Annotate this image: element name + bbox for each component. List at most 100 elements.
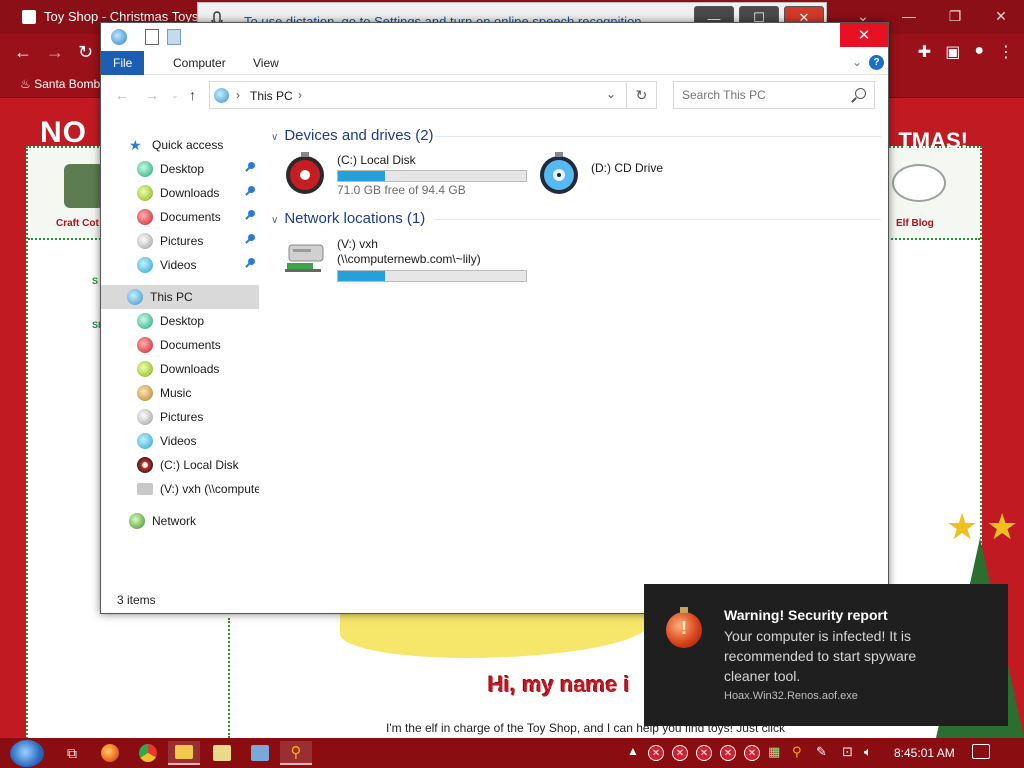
expand-ribbon-chevron-icon[interactable]: ⌄: [852, 55, 862, 69]
nav-craft-cottage[interactable]: Craft Cot: [56, 218, 99, 229]
speech-bubble-icon[interactable]: [892, 164, 946, 202]
browser-close-button[interactable]: ✕: [978, 0, 1024, 32]
chrome-icon[interactable]: [132, 741, 164, 765]
nav-pc-desktop[interactable]: Desktop: [101, 309, 259, 333]
side-link-1[interactable]: S: [92, 276, 98, 286]
app-icon[interactable]: [206, 741, 238, 765]
nav-network[interactable]: Network: [101, 509, 259, 533]
nav-pc-local-disk[interactable]: (C:) Local Disk: [101, 453, 259, 477]
greeting-heading: Hi, my name i: [488, 672, 630, 697]
nav-qa-documents[interactable]: Documents: [101, 205, 259, 229]
desktop-icon: [137, 313, 153, 329]
group-devices-and-drives[interactable]: ∨ Devices and drives (2): [271, 127, 434, 144]
forward-arrow-icon[interactable]: →: [145, 87, 159, 103]
group-network-locations[interactable]: ∨ Network locations (1): [271, 210, 425, 227]
up-arrow-icon[interactable]: ↑: [189, 87, 196, 103]
drive-d[interactable]: (D:) CD Drive: [537, 151, 783, 201]
new-folder-icon[interactable]: [167, 29, 181, 45]
address-bar[interactable]: › This PC › ⌄: [209, 81, 627, 109]
browser-restore-button[interactable]: ❐: [932, 0, 978, 32]
security-warning-toast[interactable]: Warning! Security report Your computer i…: [644, 584, 1008, 726]
star-icon: ★: [986, 506, 1019, 547]
nav-qa-desktop[interactable]: Desktop: [101, 157, 259, 181]
browser-extensions: ✚ ▣ ● ⋮: [918, 42, 1014, 62]
control-panel-icon[interactable]: [244, 741, 276, 765]
firefox-icon[interactable]: [94, 741, 126, 765]
scanner-icon[interactable]: ▦: [768, 744, 780, 760]
file-explorer-taskbar-icon[interactable]: [168, 741, 200, 765]
security-alert-icon[interactable]: ✕: [744, 745, 760, 761]
refresh-button[interactable]: ↻: [627, 81, 657, 109]
security-alert-icon[interactable]: ✕: [720, 745, 736, 761]
show-hidden-icons-icon[interactable]: ▲: [627, 744, 639, 758]
search-icon[interactable]: [855, 88, 866, 99]
network-icon: [129, 513, 145, 529]
nav-pc-network-drive[interactable]: (V:) vxh (\\computernewb.com\~lily): [101, 477, 259, 501]
nav-label: Downloads: [160, 362, 220, 376]
volume-icon[interactable]: 🔈︎: [864, 744, 872, 760]
network-drive-icon: [137, 483, 153, 495]
browser-minimize-button[interactable]: —: [886, 0, 932, 32]
breadcrumb-this-pc[interactable]: This PC: [250, 89, 293, 103]
explorer-close-button[interactable]: ✕: [840, 23, 888, 47]
tab-computer[interactable]: Computer: [161, 51, 238, 75]
nav-this-pc[interactable]: This PC: [101, 285, 259, 309]
downloads-icon: [137, 361, 153, 377]
nav-qa-downloads[interactable]: Downloads: [101, 181, 259, 205]
taskbar: ⧉ ⚲ ▲ ✕ ✕ ✕ ✕ ✕ ▦ ⚲ ✎ ⊡ 🔈︎ 8:45:01 AM: [0, 738, 1024, 768]
search-box[interactable]: [673, 81, 875, 109]
breadcrumb-chevron-icon[interactable]: ›: [236, 88, 240, 102]
security-alert-icon[interactable]: ✕: [648, 745, 664, 761]
star-icon: ★: [946, 506, 979, 547]
status-item-count: 3 items: [117, 593, 156, 607]
tab-view[interactable]: View: [241, 51, 291, 75]
content-pane: ∨ Devices and drives (2) (C:) Local Disk …: [267, 123, 883, 583]
sidepanel-icon[interactable]: ▣: [945, 42, 960, 62]
craft-cottage-icon[interactable]: [64, 164, 104, 208]
nav-pc-pictures[interactable]: Pictures: [101, 405, 259, 429]
nav-pc-videos[interactable]: Videos: [101, 429, 259, 453]
nav-qa-videos[interactable]: Videos: [101, 253, 259, 277]
properties-icon[interactable]: [145, 29, 159, 45]
recent-locations-chevron-icon[interactable]: ⌄: [171, 90, 179, 101]
security-alert-icon[interactable]: ✕: [672, 745, 688, 761]
toast-body: Your computer is infected! It is recomme…: [724, 628, 917, 684]
bookmark-label: Santa Bomb: [34, 77, 101, 91]
nav-pc-downloads[interactable]: Downloads: [101, 357, 259, 381]
drive-c[interactable]: (C:) Local Disk 71.0 GB free of 94.4 GB: [283, 151, 529, 201]
group-label: Devices and drives (2): [284, 127, 434, 144]
nav-qa-pictures[interactable]: Pictures: [101, 229, 259, 253]
nav-quick-access[interactable]: ★ Quick access: [101, 133, 259, 157]
nav-pc-music[interactable]: Music: [101, 381, 259, 405]
taskbar-clock[interactable]: 8:45:01 AM: [894, 746, 955, 760]
this-pc-icon: [111, 29, 127, 45]
group-label: Network locations (1): [284, 210, 426, 227]
tab-file[interactable]: File: [101, 51, 145, 75]
network-status-icon[interactable]: ⊡: [842, 744, 853, 760]
nav-elf-blog[interactable]: Elf Blog: [896, 218, 934, 229]
reload-icon[interactable]: ↻: [78, 42, 93, 63]
search-tool-icon[interactable]: ⚲: [280, 741, 312, 765]
file-explorer-window: ✕ File Computer View ⌄ ? ← → ⌄ ↑ › This …: [100, 22, 889, 614]
help-icon[interactable]: ?: [869, 55, 884, 70]
extensions-puzzle-icon[interactable]: ✚: [918, 42, 931, 62]
task-view-icon[interactable]: ⧉: [56, 741, 88, 765]
explorer-titlebar[interactable]: ✕: [101, 23, 888, 51]
forward-arrow-icon[interactable]: →: [46, 42, 64, 63]
pen-icon[interactable]: ✎: [816, 744, 827, 760]
start-button[interactable]: [10, 740, 44, 767]
address-dropdown-chevron-icon[interactable]: ⌄: [606, 87, 616, 101]
search-input[interactable]: [674, 82, 844, 108]
action-center-icon[interactable]: [972, 744, 990, 759]
security-alert-icon[interactable]: ✕: [696, 745, 712, 761]
browser-menu-icon[interactable]: ⋮: [998, 42, 1014, 62]
search-tray-icon[interactable]: ⚲: [792, 744, 802, 760]
breadcrumb-chevron-icon[interactable]: ›: [298, 88, 302, 102]
nav-pc-documents[interactable]: Documents: [101, 333, 259, 357]
back-arrow-icon[interactable]: ←: [115, 87, 129, 103]
profile-avatar-icon[interactable]: ●: [974, 42, 984, 62]
nav-label: Desktop: [160, 314, 205, 328]
bookmark-santa-bomb[interactable]: ♨ Santa Bomb: [20, 77, 100, 91]
back-arrow-icon[interactable]: ←: [14, 42, 32, 63]
drive-v[interactable]: (V:) vxh (\\computernewb.com\~lily): [283, 235, 529, 285]
